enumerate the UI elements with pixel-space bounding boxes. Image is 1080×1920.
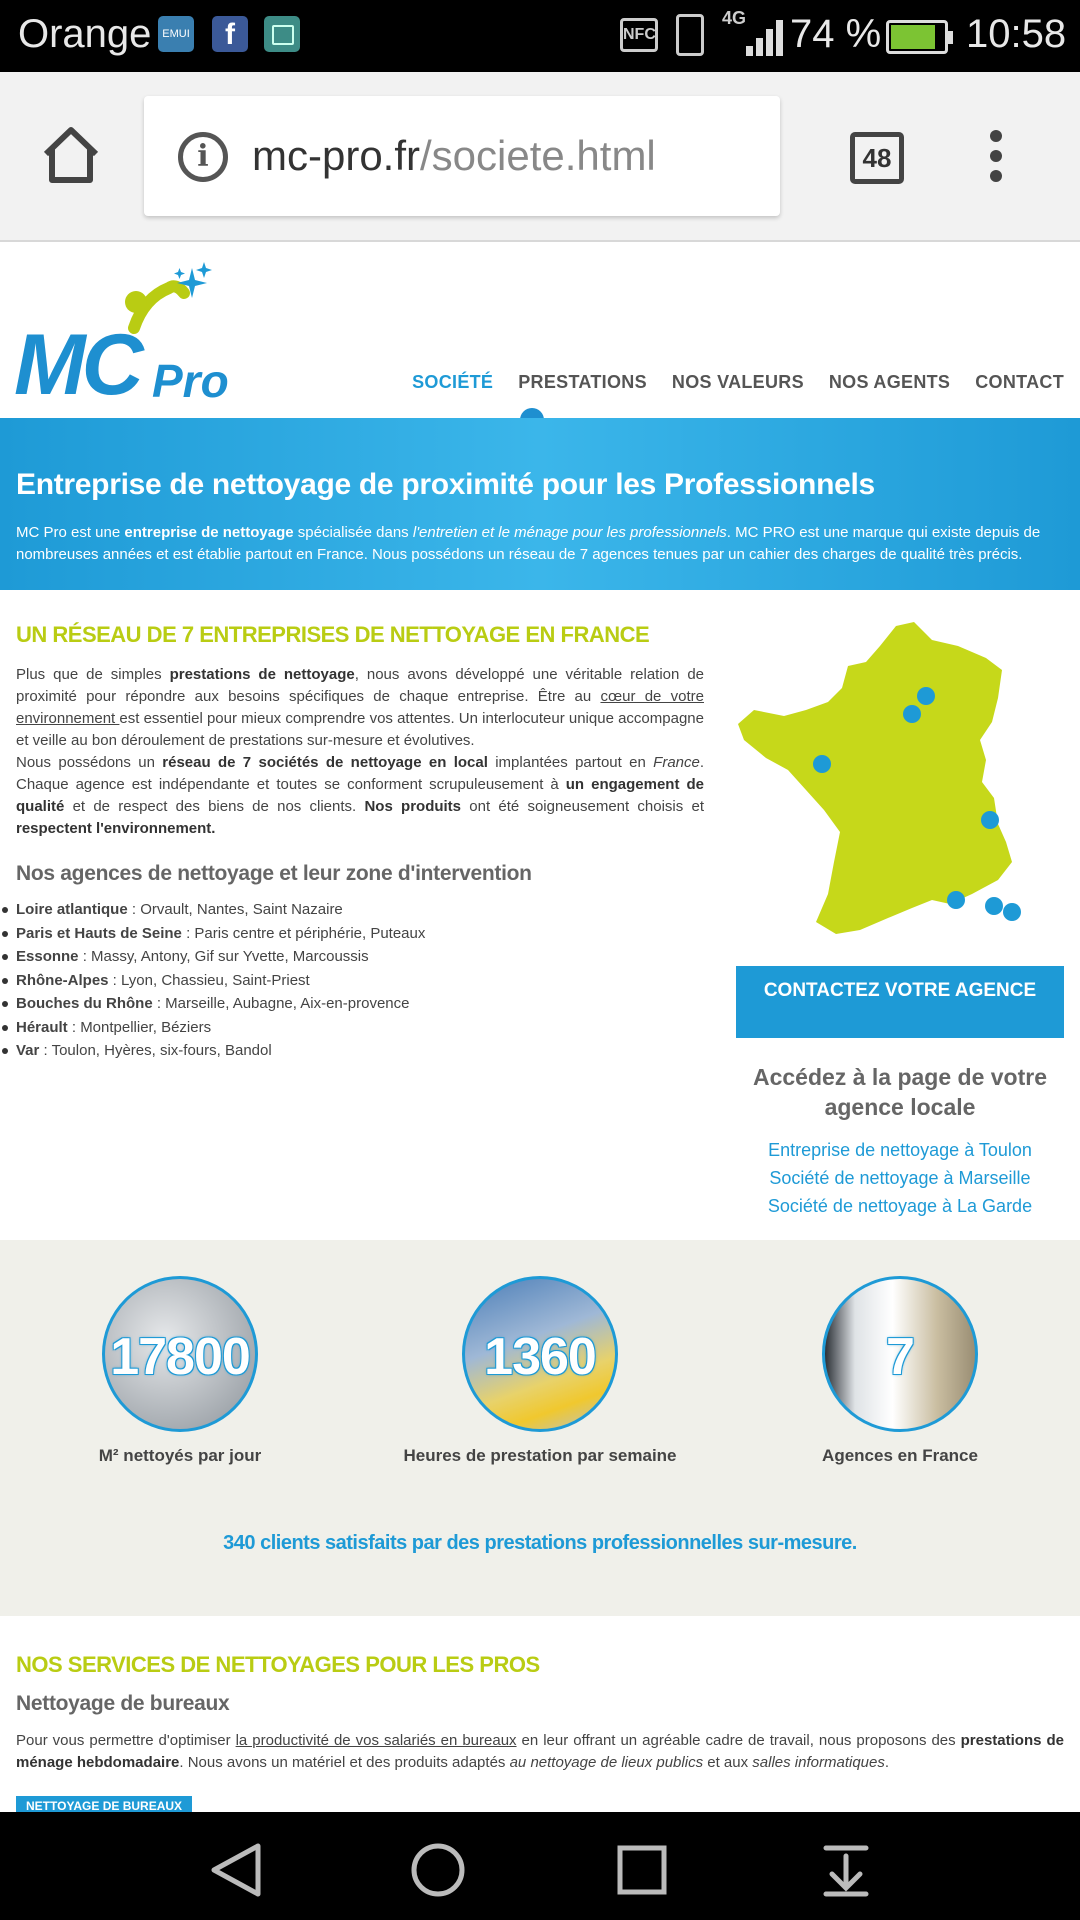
stat-hours: 1360 Heures de prestation par semaine xyxy=(370,1276,710,1466)
link-toulon[interactable]: Entreprise de nettoyage à Toulon xyxy=(736,1136,1064,1164)
list-item: Hérault : Montpellier, Béziers xyxy=(2,1016,704,1040)
nav-nos-agents[interactable]: NOS AGENTS xyxy=(829,372,950,393)
services-section: NOS SERVICES DE NETTOYAGES POUR LES PROS… xyxy=(16,1652,1064,1816)
notification-pull-down-icon[interactable] xyxy=(816,1842,876,1898)
nav-prestations[interactable]: PRESTATIONS xyxy=(518,372,647,393)
battery-percent: 74 % xyxy=(790,12,882,56)
agencies-title: Nos agences de nettoyage et leur zone d'… xyxy=(16,862,532,885)
stat-value: 1360 xyxy=(484,1328,597,1386)
status-bar: Orange EMUI f NFC 4G 74 % 10:58 xyxy=(0,0,1080,72)
stat-agencies-circle: 7 xyxy=(822,1276,978,1432)
gallery-icon xyxy=(264,16,300,52)
browser-toolbar: i mc-pro.fr/societe.html 48 xyxy=(0,72,1080,242)
productivity-link[interactable]: la productivité de vos salariés en burea… xyxy=(236,1732,517,1749)
network-section: UN RÉSEAU DE 7 ENTREPRISES DE NETTOYAGE … xyxy=(2,622,705,1063)
stat-value: 17800 xyxy=(110,1328,251,1386)
recents-icon[interactable] xyxy=(612,1842,672,1898)
address-bar[interactable]: i mc-pro.fr/societe.html xyxy=(144,96,780,216)
tab-switcher-button[interactable]: 48 xyxy=(850,132,904,184)
stat-sqm-circle: 17800 xyxy=(102,1276,258,1432)
access-local-title: Accédez à la page de votre agence locale xyxy=(752,1064,1047,1120)
url-text[interactable]: mc-pro.fr/societe.html xyxy=(252,132,656,180)
agency-list: Loire atlantique : Orvault, Nantes, Sain… xyxy=(2,898,704,1063)
facebook-icon: f xyxy=(212,16,248,52)
hero-banner: Entreprise de nettoyage de proximité pou… xyxy=(0,418,1080,590)
home-nav-icon[interactable] xyxy=(408,1842,468,1898)
back-icon[interactable] xyxy=(206,1842,266,1898)
site-header: MC Pro SOCIÉTÉ PRESTATIONS NOS VALEURS N… xyxy=(0,244,1080,432)
services-paragraph: Pour vous permettre d'optimiser la produ… xyxy=(16,1732,1064,1771)
link-la-garde[interactable]: Société de nettoyage à La Garde xyxy=(736,1192,1064,1220)
list-item: Loire atlantique : Orvault, Nantes, Sain… xyxy=(2,898,704,922)
nav-nos-valeurs[interactable]: NOS VALEURS xyxy=(672,372,804,393)
clock: 10:58 xyxy=(966,12,1067,56)
contact-agency-button[interactable]: CONTACTEZ VOTRE AGENCE xyxy=(736,966,1064,1038)
nav-contact[interactable]: CONTACT xyxy=(975,372,1064,393)
stat-agencies: 7 Agences en France xyxy=(730,1276,1070,1466)
france-map xyxy=(736,618,1064,956)
stat-label: M² nettoyés par jour xyxy=(98,1446,262,1465)
stat-hours-circle: 1360 xyxy=(462,1276,618,1432)
emui-app-icon: EMUI xyxy=(158,16,194,52)
sidebar: CONTACTEZ VOTRE AGENCE Accédez à la page… xyxy=(736,618,1064,1220)
local-agency-links: Entreprise de nettoyage à Toulon Société… xyxy=(736,1136,1064,1220)
stats-tagline: 340 clients satisfaits par des prestatio… xyxy=(223,1532,857,1554)
hero-title: Entreprise de nettoyage de proximité pou… xyxy=(16,468,875,501)
france-map-icon xyxy=(738,622,1021,934)
network-paragraph-2: Nous possédons un réseau de 7 sociétés d… xyxy=(16,754,705,837)
stat-sqm: 17800 M² nettoyés par jour xyxy=(10,1276,350,1466)
nfc-icon: NFC xyxy=(620,18,658,52)
network-section-title: UN RÉSEAU DE 7 ENTREPRISES DE NETTOYAGE … xyxy=(16,622,650,647)
main-nav: SOCIÉTÉ PRESTATIONS NOS VALEURS NOS AGEN… xyxy=(412,372,1064,393)
list-item: Rhône-Alpes : Lyon, Chassieu, Saint-Prie… xyxy=(2,969,704,993)
list-item: Essonne : Massy, Antony, Gif sur Yvette,… xyxy=(2,945,704,969)
home-icon[interactable] xyxy=(40,124,102,186)
logo-pro-text: Pro xyxy=(152,355,229,407)
stats-section: 17800 M² nettoyés par jour 1360 Heures d… xyxy=(0,1240,1080,1616)
signal-icon xyxy=(740,16,788,56)
url-path: /societe.html xyxy=(420,132,656,179)
network-paragraph-1: Plus que de simples prestations de netto… xyxy=(16,666,705,749)
stat-value: 7 xyxy=(886,1328,915,1386)
services-title: NOS SERVICES DE NETTOYAGES POUR LES PROS xyxy=(16,1652,540,1677)
hero-text: MC Pro est une entreprise de nettoyage s… xyxy=(16,524,1041,563)
logo-mc-text: MC xyxy=(14,317,144,413)
overflow-menu-icon[interactable] xyxy=(986,130,1006,186)
list-item: Paris et Hauts de Seine : Paris centre e… xyxy=(2,922,704,946)
info-icon[interactable]: i xyxy=(178,132,228,182)
stat-label: Heures de prestation par semaine xyxy=(403,1446,677,1465)
vibrate-icon xyxy=(676,14,704,56)
battery-icon xyxy=(886,20,953,54)
link-marseille[interactable]: Société de nettoyage à Marseille xyxy=(736,1164,1064,1192)
list-item: Bouches du Rhône : Marseille, Aubagne, A… xyxy=(2,992,704,1016)
android-nav-bar xyxy=(0,1812,1080,1920)
list-item: Var : Toulon, Hyères, six-fours, Bandol xyxy=(2,1039,704,1063)
nav-societe[interactable]: SOCIÉTÉ xyxy=(412,372,493,393)
carrier-name: Orange xyxy=(18,12,152,56)
services-subtitle: Nettoyage de bureaux xyxy=(16,1692,230,1715)
stat-label: Agences en France xyxy=(822,1446,978,1465)
url-domain: mc-pro.fr xyxy=(252,132,420,179)
mc-pro-logo[interactable]: MC Pro xyxy=(14,258,254,413)
